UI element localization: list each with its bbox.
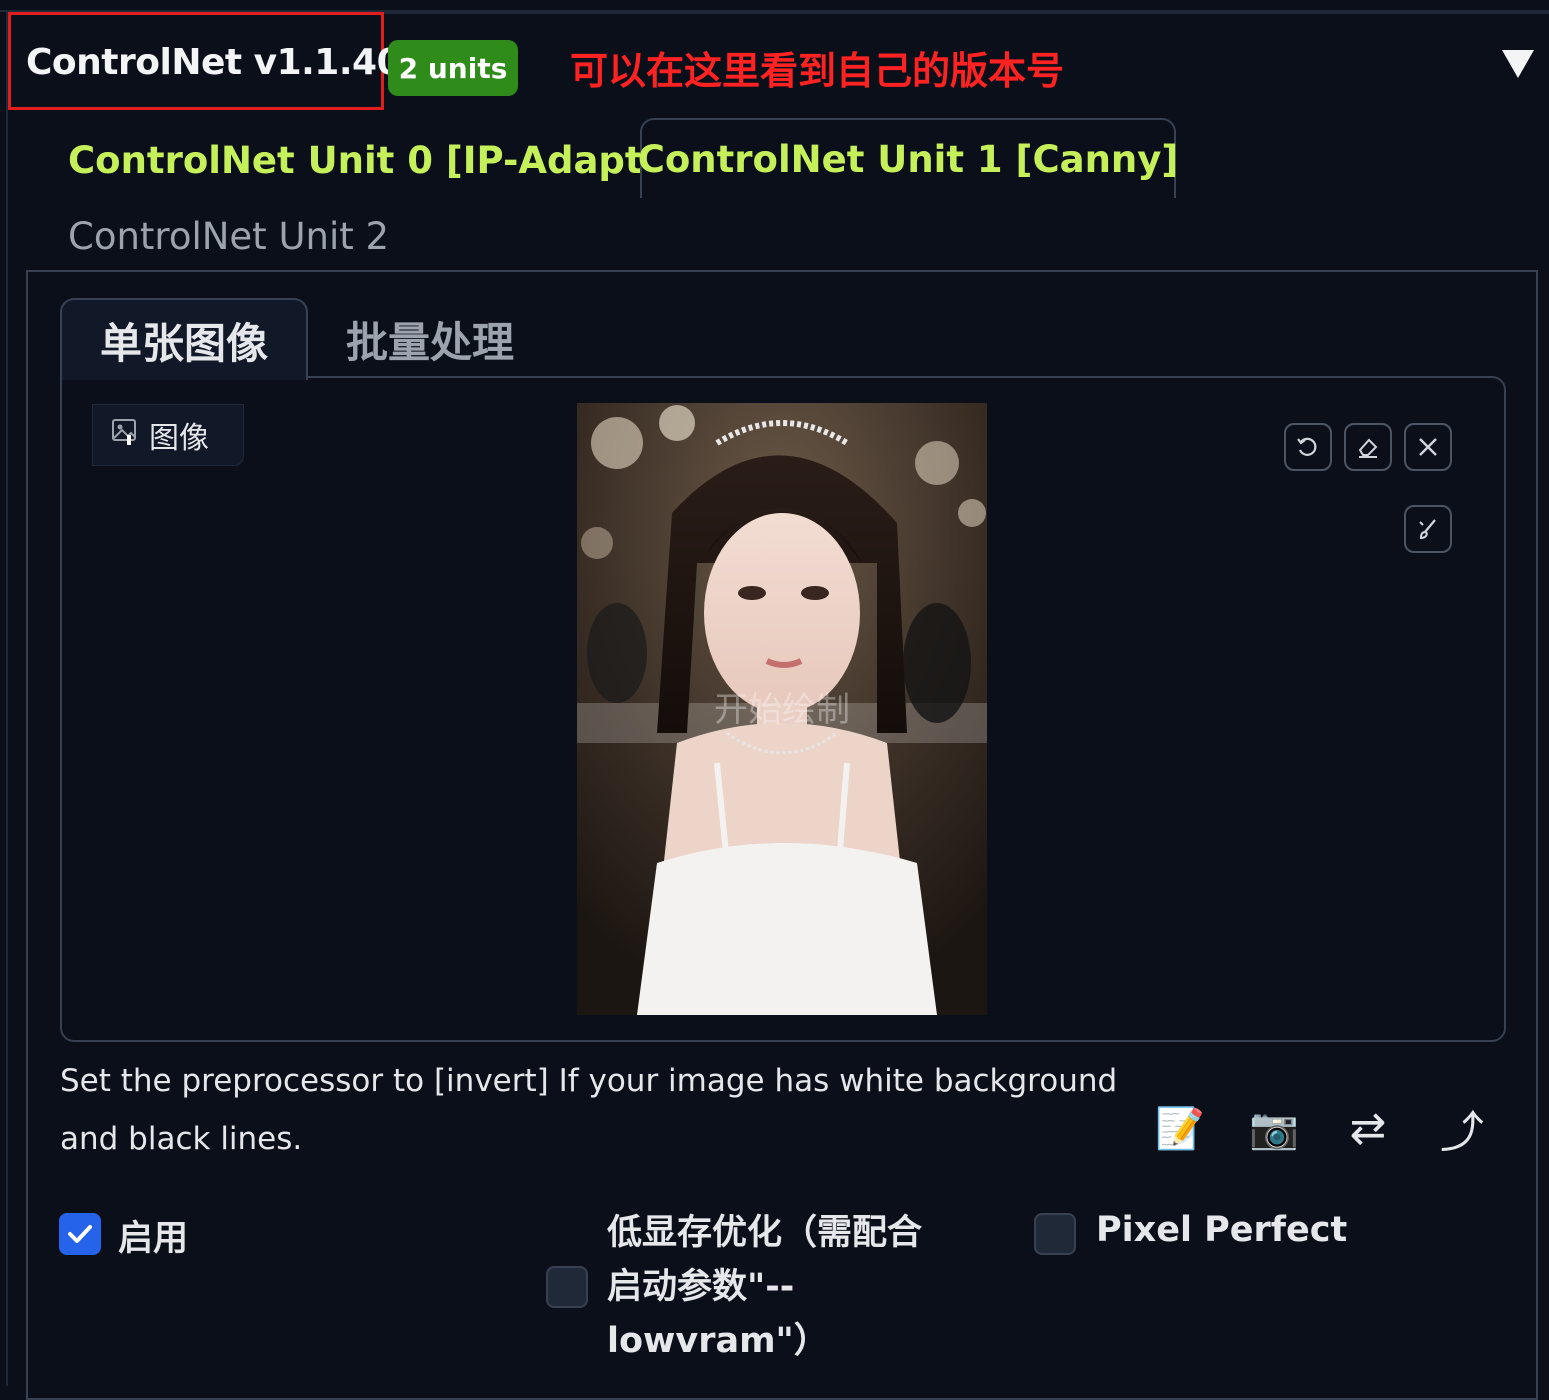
uploaded-photo[interactable]: 开始绘制 xyxy=(577,403,987,1015)
preprocessor-hint: Set the preprocessor to [invert] If your… xyxy=(60,1063,1118,1157)
lowvram-label: 低显存优化（需配合启动参数"--lowvram"） xyxy=(607,1213,923,1361)
photo-watermark: 开始绘制 xyxy=(714,690,850,730)
tab-unit-2[interactable]: ControlNet Unit 2 xyxy=(68,200,389,272)
pixel-perfect-checkbox[interactable] xyxy=(1034,1213,1076,1255)
camera-icon[interactable]: 📷 xyxy=(1246,1102,1302,1154)
units-badge: 2 units xyxy=(388,40,518,96)
annotation-text: 可以在这里看到自己的版本号 xyxy=(570,49,1065,93)
pixel-perfect-label: Pixel Perfect xyxy=(1096,1210,1348,1250)
close-icon xyxy=(1419,438,1437,456)
triangle-down-icon[interactable] xyxy=(1502,50,1534,78)
tab-batch[interactable]: 批量处理 xyxy=(330,300,530,378)
undo-button[interactable] xyxy=(1284,423,1332,471)
memo-icon[interactable]: 📝 xyxy=(1152,1102,1208,1154)
tab-unit-1[interactable]: ControlNet Unit 1 [Canny] xyxy=(638,118,1178,198)
eraser-button[interactable] xyxy=(1344,423,1392,471)
image-label: 图像 xyxy=(92,404,244,466)
eraser-icon xyxy=(1358,438,1378,458)
top-border xyxy=(0,0,1549,12)
checkmark-icon xyxy=(68,1225,92,1243)
lowvram-checkbox[interactable] xyxy=(546,1266,588,1308)
clear-button[interactable] xyxy=(1404,423,1452,471)
tab-single-image[interactable]: 单张图像 xyxy=(60,298,308,380)
accordion-title[interactable]: ControlNet v1.1.406 xyxy=(26,42,426,83)
tab-unit-0[interactable]: ControlNet Unit 0 [IP-Adapter] xyxy=(68,122,703,198)
brush-icon xyxy=(1419,519,1436,540)
image-label-text: 图像 xyxy=(149,421,209,456)
image-icon xyxy=(111,417,139,453)
enable-checkbox[interactable] xyxy=(59,1213,101,1255)
undo-icon xyxy=(1297,437,1317,456)
brush-button[interactable] xyxy=(1404,505,1452,553)
enable-label: 启用 xyxy=(118,1219,189,1259)
send-up-icon[interactable]: ⤴ xyxy=(1434,1102,1490,1158)
swap-icon[interactable]: ⇄ xyxy=(1340,1102,1396,1154)
